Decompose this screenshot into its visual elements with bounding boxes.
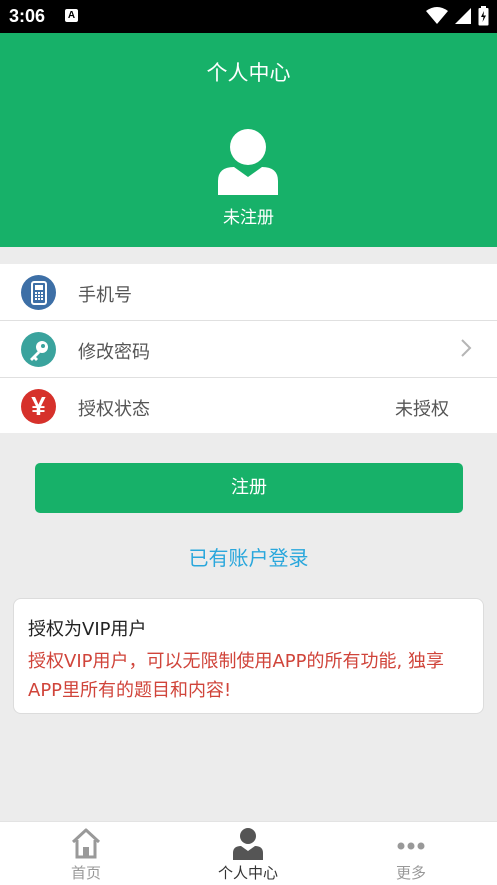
profile-header: 个人中心 未注册 bbox=[0, 33, 497, 247]
page-title: 个人中心 bbox=[206, 61, 291, 85]
tab-more-label: 更多 bbox=[395, 864, 426, 882]
register-button[interactable]: 注册 bbox=[35, 463, 463, 513]
settings-list: 手机号 修改密码 ¥ 授权状态 未授权 bbox=[0, 264, 497, 433]
vip-card[interactable]: 授权为VIP用户 授权VIP用户，可以无限制使用APP的所有功能, 独享APP里… bbox=[13, 598, 484, 714]
authorization-status-value: 未授权 bbox=[395, 399, 449, 420]
tab-profile-label: 个人中心 bbox=[217, 864, 278, 882]
tab-more[interactable]: 更多 bbox=[328, 822, 494, 885]
signal-icon bbox=[455, 8, 471, 24]
tab-profile[interactable]: 个人中心 bbox=[165, 822, 331, 885]
login-link[interactable]: 已有账户登录 bbox=[0, 542, 497, 571]
phone-row[interactable]: 手机号 bbox=[0, 264, 497, 321]
status-icons bbox=[426, 6, 489, 26]
authorization-status-row[interactable]: ¥ 授权状态 未授权 bbox=[0, 378, 497, 433]
avatar-icon[interactable] bbox=[215, 127, 281, 195]
status-bar: 3:06 A bbox=[0, 0, 497, 33]
phone-label: 手机号 bbox=[78, 285, 132, 306]
user-name: 未注册 bbox=[223, 208, 274, 228]
phone-icon bbox=[21, 275, 56, 310]
vip-title: 授权为VIP用户 bbox=[28, 619, 147, 640]
person-icon bbox=[233, 828, 263, 860]
notification-icon: A bbox=[65, 9, 78, 22]
bottom-tab-bar: 首页 个人中心 更多 bbox=[0, 821, 497, 885]
wifi-icon bbox=[426, 7, 448, 24]
chevron-right-icon bbox=[461, 339, 472, 357]
yen-icon: ¥ bbox=[21, 389, 56, 424]
tab-home-label: 首页 bbox=[70, 864, 101, 882]
home-icon bbox=[71, 828, 101, 859]
authorization-status-label: 授权状态 bbox=[78, 399, 150, 420]
change-password-row[interactable]: 修改密码 bbox=[0, 321, 497, 378]
change-password-label: 修改密码 bbox=[78, 342, 150, 363]
status-time: 3:06 bbox=[9, 6, 46, 26]
tab-home[interactable]: 首页 bbox=[3, 822, 169, 885]
vip-description: 授权VIP用户，可以无限制使用APP的所有功能, 独享APP里所有的题目和内容! bbox=[28, 651, 444, 701]
key-icon bbox=[21, 332, 56, 367]
more-icon bbox=[397, 842, 425, 850]
battery-icon bbox=[478, 6, 489, 26]
